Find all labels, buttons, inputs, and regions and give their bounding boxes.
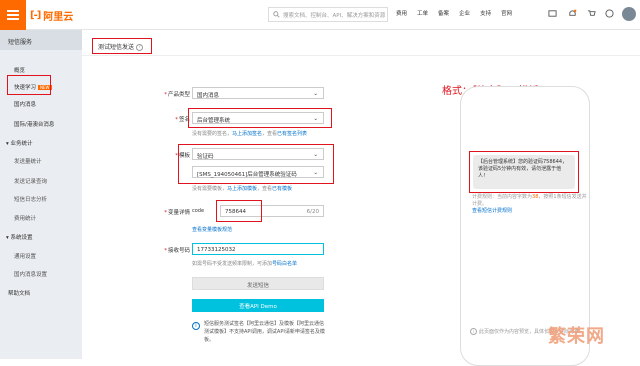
template-list-link[interactable]: 已有模板 — [272, 186, 292, 192]
nav-official[interactable]: 官网 — [501, 9, 512, 17]
highlight-template — [178, 144, 334, 184]
hint-text: ，查看 — [262, 131, 278, 137]
template-hint: 没有需要模板，马上添加模板，查看已有模板 — [192, 185, 292, 192]
send-sms-button[interactable]: 发送短信 — [192, 277, 324, 290]
sidebar-item-help[interactable]: 帮助文档 — [8, 289, 30, 297]
cart-icon[interactable] — [587, 9, 596, 18]
variable-name: code — [192, 208, 205, 214]
add-template-link[interactable]: 马上添加模板 — [227, 186, 257, 192]
hint-text: ，查看 — [257, 186, 273, 192]
search-input[interactable]: 搜索文档、控制台、API、解决方案和资源 — [268, 7, 388, 22]
chevron-down-icon: ⌄ — [313, 91, 318, 97]
phone-label: *接收号码 — [164, 248, 190, 254]
menu-icon[interactable] — [0, 0, 26, 30]
sidebar: 短信服务 概览 快速学习 NEW 国内消息 国际/港澳台消息 ▾ 业务统计 发送量… — [0, 30, 82, 359]
sign-label: *签名 — [175, 117, 190, 123]
billing-hint: 计费规则：当前内容字数为38，按照1条短信发送并计费。 查看短信计费规则 — [472, 194, 590, 215]
aliyun-logo[interactable]: [-] 阿里云 — [30, 8, 74, 23]
aliyun-logo-mark-icon: [-] — [30, 9, 41, 21]
char-counter: 6/20 — [306, 209, 319, 215]
highlight-sign — [188, 108, 332, 128]
page-header: 测试短信发送? — [82, 30, 640, 56]
highlight-message — [469, 151, 579, 193]
highlight-page-title — [92, 38, 152, 54]
screen-icon[interactable] — [548, 9, 557, 18]
nav-support[interactable]: 支持 — [480, 9, 491, 17]
sidebar-group-label: 业务统计 — [10, 141, 33, 147]
info-icon: i — [470, 328, 477, 335]
search-placeholder: 搜索文档、控制台、API、解决方案和资源 — [283, 12, 386, 19]
select-value: 国内消息 — [197, 93, 220, 99]
sidebar-item-general-settings[interactable]: 通用设置 — [14, 252, 36, 260]
product-type-select[interactable]: 国内消息 ⌄ — [192, 87, 324, 99]
highlight-quick-learn — [7, 75, 51, 95]
product-type-label: *产品类型 — [164, 92, 190, 98]
search-icon — [273, 11, 280, 18]
sidebar-item-domestic[interactable]: 国内消息 — [14, 100, 36, 108]
link-text: 查看变量模板规范 — [192, 227, 233, 233]
sign-list-link[interactable]: 已有签名列表 — [277, 131, 307, 137]
info-icon: i — [192, 322, 200, 330]
sidebar-item-fee-stats[interactable]: 费用统计 — [14, 214, 36, 222]
whitelist-link[interactable]: 号码白名单 — [272, 261, 297, 267]
sidebar-item-log-analysis[interactable]: 短信日志分析 — [14, 195, 47, 203]
phone-input[interactable]: 17733125032 — [192, 243, 324, 255]
phone-hint: 如需号码不受发送频率限制，可添加号码白名单 — [192, 260, 297, 267]
hint-text: 如需号码不受发送频率限制，可添加 — [192, 261, 273, 267]
sidebar-item-domestic-settings[interactable]: 国内消息设置 — [14, 270, 47, 278]
sidebar-title: 短信服务 — [0, 30, 82, 50]
label-text: 变量详情 — [167, 210, 190, 216]
top-bar: [-] 阿里云 搜索文档、控制台、API、解决方案和资源 费用 工单 备案 企业… — [0, 0, 640, 30]
sidebar-group-settings[interactable]: ▾ 系统设置 — [6, 233, 33, 241]
info-text: 短信服务测试签名【阿里云通信】及模板【阿里云通信测试模板】不支持API调用，调试… — [204, 321, 325, 343]
hint-text: 计费规则：当前内容字数为 — [472, 194, 533, 200]
billing-rule-link[interactable]: 查看短信计费规则 — [472, 208, 512, 214]
logo-text: 阿里云 — [43, 11, 74, 23]
nav-ticket[interactable]: 工单 — [417, 9, 428, 17]
label-text: 接收号码 — [167, 248, 190, 254]
nav-fee[interactable]: 费用 — [396, 9, 407, 17]
nav-enterprise[interactable]: 企业 — [459, 9, 470, 17]
sidebar-item-overview[interactable]: 概览 — [14, 66, 25, 74]
sidebar-group-label: 系统设置 — [10, 235, 33, 241]
sidebar-item-send-records[interactable]: 发送记录查询 — [14, 177, 47, 185]
main-content: 测试短信发送? *产品类型 国内消息 ⌄ *签名 后台管理系统 ⌄ 没有需要的签名，… — [82, 30, 640, 366]
sidebar-item-send-stats[interactable]: 发送量统计 — [14, 157, 42, 165]
hint-text: 没有需要模板， — [192, 186, 228, 192]
variable-label: *变量详情 — [164, 210, 190, 216]
sidebar-group-stats[interactable]: ▾ 业务统计 — [6, 139, 33, 147]
label-text: 产品类型 — [167, 92, 190, 98]
variable-spec-link[interactable]: 查看变量模板规范 — [192, 226, 232, 233]
avatar[interactable] — [622, 7, 636, 21]
sidebar-item-international[interactable]: 国际/港澳台消息 — [14, 120, 54, 128]
api-demo-button[interactable]: 查看API Demo — [192, 299, 324, 312]
add-sign-link[interactable]: 马上添加签名 — [232, 131, 262, 137]
bell-icon[interactable] — [568, 9, 577, 18]
watermark: 繁荣网 — [548, 326, 605, 347]
sign-hint: 没有需要的签名，马上添加签名，查看已有签名列表 — [192, 130, 307, 137]
hint-text: 没有需要的签名， — [192, 131, 233, 137]
top-nav: 费用 工单 备案 企业 支持 官网 — [396, 9, 522, 17]
nav-icp[interactable]: 备案 — [438, 9, 449, 17]
help-icon[interactable] — [605, 9, 614, 18]
highlight-variable — [216, 200, 262, 222]
input-value: 17733125032 — [197, 247, 236, 253]
